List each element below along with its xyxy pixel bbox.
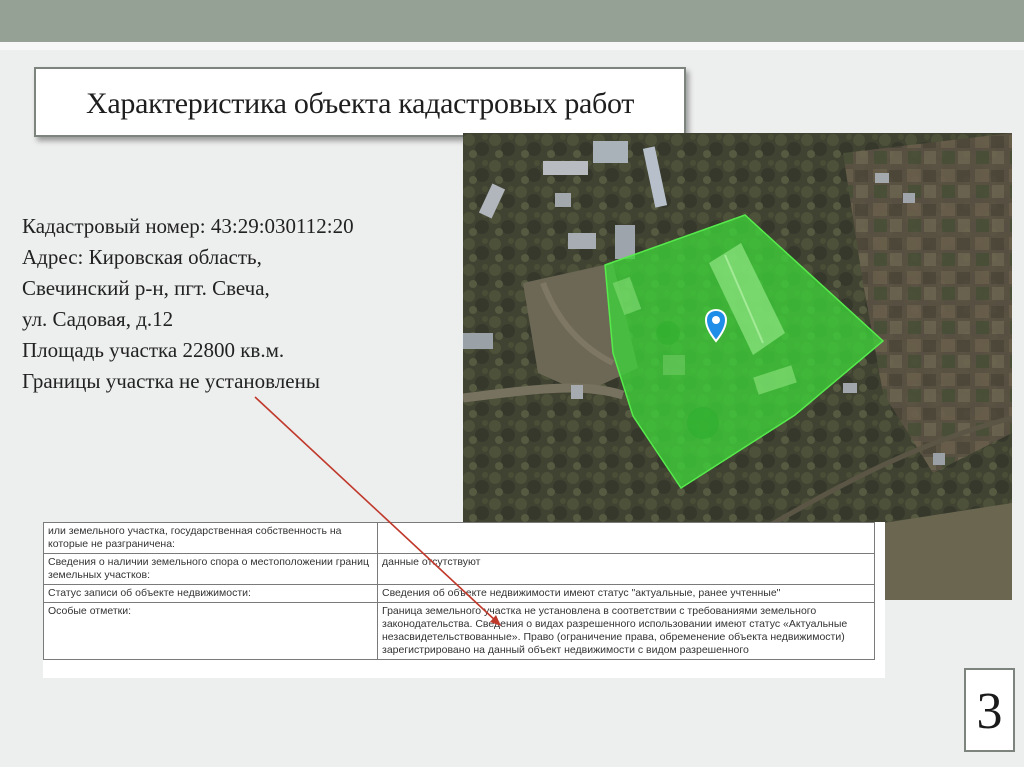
top-stripe (0, 42, 1024, 50)
table-row: Статус записи об объекте недвижимости: С… (43, 584, 875, 603)
boundary-status: Границы участка не установлены (22, 369, 320, 393)
slide-title: Характеристика объекта кадастровых работ (86, 87, 635, 120)
table-cell-value: данные отсутствуют (377, 553, 875, 585)
table-row: или земельного участка, государственная … (43, 522, 875, 554)
table-row: Сведения о наличии земельного спора о ме… (43, 553, 875, 585)
top-bar (0, 0, 1024, 42)
egrn-table: или земельного участка, государственная … (43, 522, 875, 660)
table-cell-label: Сведения о наличии земельного спора о ме… (43, 553, 378, 585)
egrn-extract-excerpt: или земельного участка, государственная … (43, 522, 885, 678)
table-row: Особые отметки: Граница земельного участ… (43, 602, 875, 660)
address-line-2: Свечинский р-н, пгт. Свеча, (22, 276, 270, 300)
parcel-info: Кадастровый номер: 43:29:030112:20 Адрес… (22, 211, 462, 397)
page-number-box: 3 (964, 668, 1015, 752)
table-cell-value: Граница земельного участка не установлен… (377, 602, 875, 660)
table-cell-label: Статус записи об объекте недвижимости: (43, 584, 378, 603)
address-line-3: ул. Садовая, д.12 (22, 307, 174, 331)
table-cell-label: или земельного участка, государственная … (43, 522, 378, 554)
parcel-area: Площадь участка 22800 кв.м. (22, 338, 285, 362)
address-line-1: Адрес: Кировская область, (22, 245, 262, 269)
cadastral-number: Кадастровый номер: 43:29:030112:20 (22, 214, 354, 238)
table-cell-value (377, 522, 875, 554)
table-cell-label: Особые отметки: (43, 602, 378, 660)
title-box: Характеристика объекта кадастровых работ (34, 67, 686, 137)
table-cell-value: Сведения об объекте недвижимости имеют с… (377, 584, 875, 603)
page-number: 3 (976, 683, 1003, 740)
